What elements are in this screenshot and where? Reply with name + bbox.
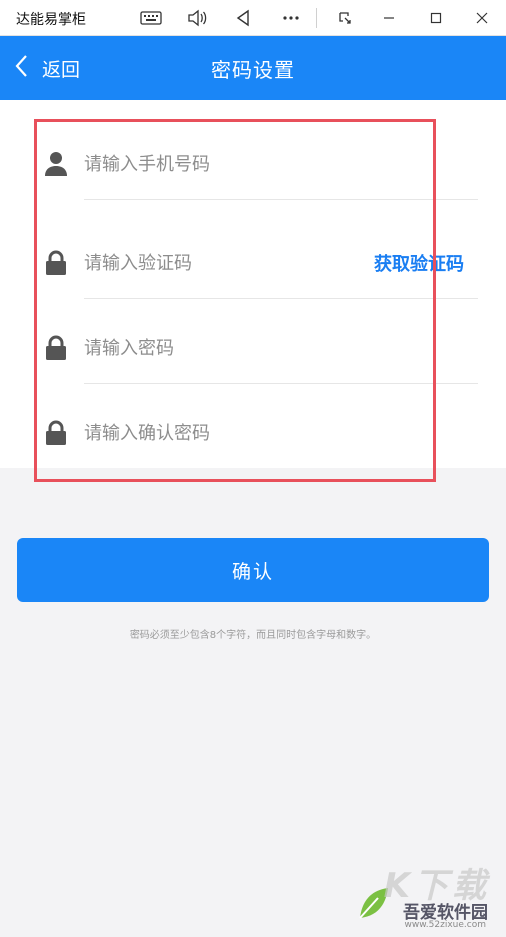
minimize-icon[interactable] xyxy=(374,6,404,30)
snap-icon[interactable] xyxy=(330,6,360,30)
window-titlebar: 达能易掌柜 xyxy=(0,0,506,36)
phone-row xyxy=(0,144,506,184)
back-label: 返回 xyxy=(42,58,81,81)
chevron-left-icon xyxy=(14,54,28,83)
confirm-button[interactable]: 确认 xyxy=(17,538,489,602)
maximize-icon[interactable] xyxy=(421,6,451,30)
divider xyxy=(84,383,478,384)
divider xyxy=(84,298,478,299)
back-triangle-icon[interactable] xyxy=(228,6,258,30)
divider xyxy=(84,199,478,200)
password-form: 获取验证码 xyxy=(0,100,506,468)
user-icon xyxy=(44,151,68,177)
code-input[interactable] xyxy=(84,243,354,283)
password-input[interactable] xyxy=(84,328,354,368)
window-title: 达能易掌柜 xyxy=(16,12,86,28)
get-code-button[interactable]: 获取验证码 xyxy=(374,250,464,276)
phone-input[interactable] xyxy=(84,144,354,184)
watermark: K下载 吾爱软件园 www.52zixue.com xyxy=(352,858,492,934)
code-row: 获取验证码 xyxy=(0,243,506,283)
confirm-password-row xyxy=(0,413,506,453)
titlebar-separator xyxy=(316,8,317,28)
close-icon[interactable] xyxy=(467,6,497,30)
lock-icon xyxy=(44,420,68,446)
watermark-url: www.52zixue.com xyxy=(404,920,486,930)
leaf-logo-icon xyxy=(356,884,390,926)
confirm-password-input[interactable] xyxy=(84,413,354,453)
keyboard-icon[interactable] xyxy=(136,6,166,30)
lock-icon xyxy=(44,250,68,276)
back-button[interactable]: 返回 xyxy=(14,36,80,100)
app-header: 返回 密码设置 xyxy=(0,36,506,100)
password-row xyxy=(0,328,506,368)
more-icon[interactable] xyxy=(276,6,306,30)
watermark-name: 吾爱软件园 xyxy=(403,903,488,923)
watermark-big-text: K下载 xyxy=(383,866,490,906)
volume-icon[interactable] xyxy=(182,6,212,30)
lock-icon xyxy=(44,335,68,361)
password-hint: 密码必须至少包含8个字符，而且同时包含字母和数字。 xyxy=(129,630,377,641)
